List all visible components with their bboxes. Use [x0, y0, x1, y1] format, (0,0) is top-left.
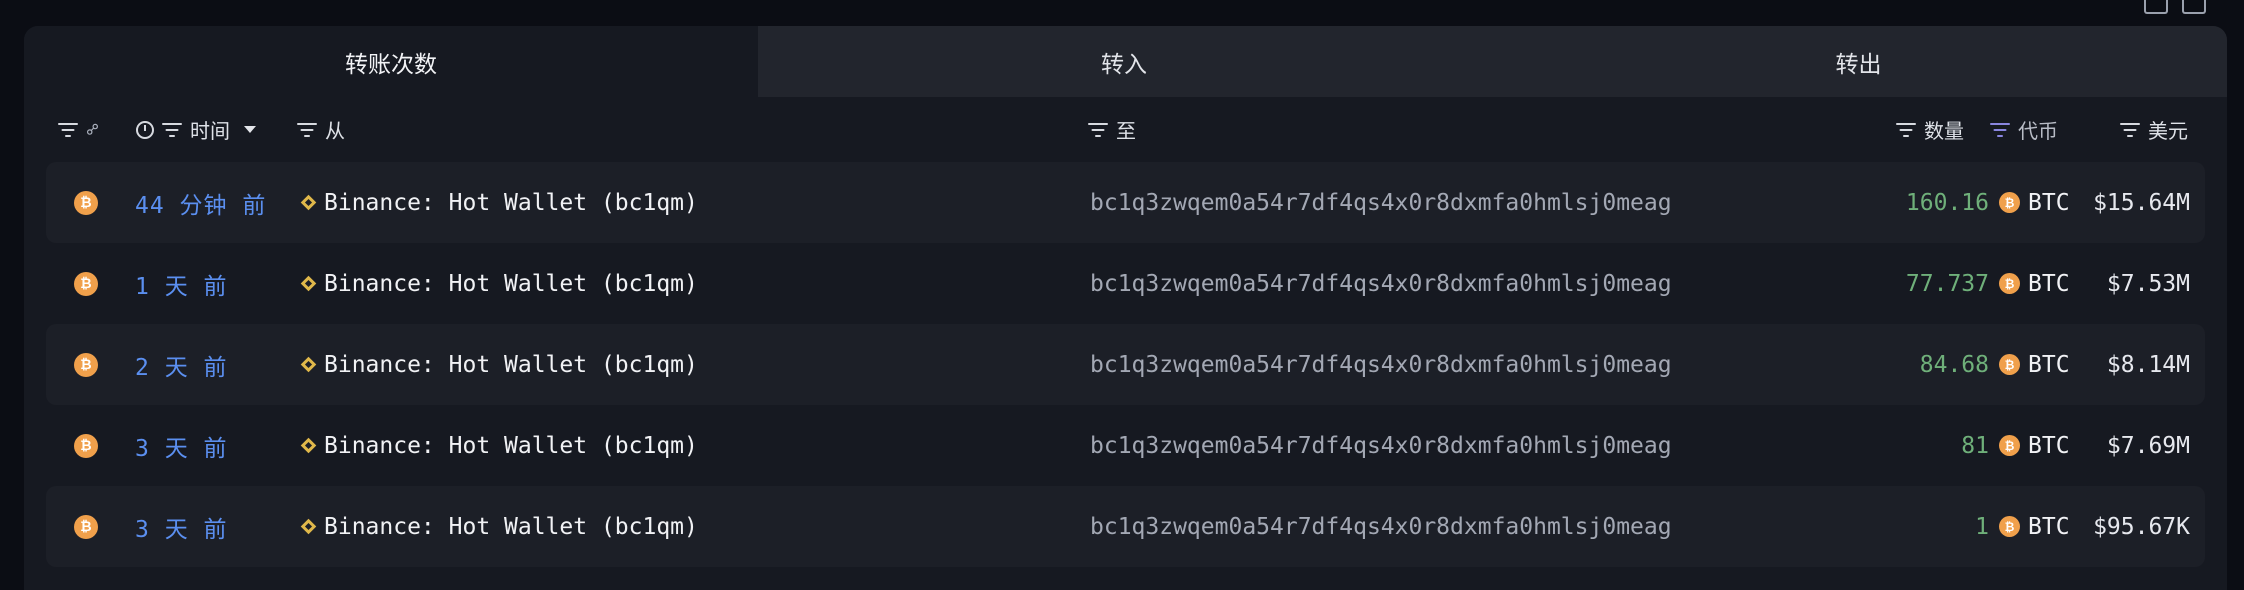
header-usd[interactable]: 美元	[2120, 97, 2188, 162]
table-row[interactable]: ₿ 3 天 前 Binance: Hot Wallet (bc1qm) bc1q…	[46, 486, 2205, 567]
chevron-down-icon[interactable]	[244, 126, 256, 133]
bitcoin-icon: ₿	[1999, 192, 2020, 213]
usd-value: $95.67K	[2093, 513, 2190, 540]
table-header: ⚯ 时间 从 至 数量 代币 美元	[24, 97, 2227, 162]
time-link[interactable]: 2 天 前	[135, 324, 228, 405]
clock-icon[interactable]	[136, 120, 154, 139]
table-row[interactable]: ₿ 3 天 前 Binance: Hot Wallet (bc1qm) bc1q…	[46, 405, 2205, 486]
header-amount[interactable]: 数量	[1896, 97, 1964, 162]
from-address-label: Binance: Hot Wallet (bc1qm)	[324, 189, 698, 216]
bitcoin-icon: ₿	[74, 352, 98, 377]
filter-icon[interactable]	[2120, 122, 2140, 137]
usd-value: $7.53M	[2106, 270, 2190, 297]
binance-icon	[300, 518, 317, 535]
from-entity[interactable]: Binance: Hot Wallet (bc1qm)	[300, 486, 698, 567]
token-symbol: BTC	[2028, 513, 2070, 540]
header-from-label: 从	[325, 119, 345, 143]
binance-icon	[300, 437, 317, 454]
bitcoin-icon: ₿	[1999, 516, 2020, 537]
chain-icon-cell: ₿	[74, 405, 98, 486]
binance-icon	[300, 275, 317, 292]
header-usd-label: 美元	[2148, 119, 2188, 143]
filter-icon[interactable]	[1088, 122, 1108, 137]
token-cell[interactable]: ₿ BTC	[1999, 486, 2070, 567]
filter-icon[interactable]	[1990, 122, 2010, 137]
token-cell[interactable]: ₿ BTC	[1999, 162, 2070, 243]
header-to-label: 至	[1116, 119, 1136, 143]
filter-icon[interactable]	[1896, 122, 1916, 137]
chain-icon-cell: ₿	[74, 486, 98, 567]
bitcoin-icon: ₿	[74, 271, 98, 296]
time-link[interactable]: 1 天 前	[135, 243, 228, 324]
from-address-label: Binance: Hot Wallet (bc1qm)	[324, 351, 698, 378]
token-cell[interactable]: ₿ BTC	[1999, 324, 2070, 405]
token-symbol: BTC	[2028, 270, 2070, 297]
header-amount-label: 数量	[1924, 119, 1964, 143]
transfers-panel: 转账次数 转入 转出 ⚯ 时间 从 至 数量 代币 美元 ₿ 44 分钟 前 B…	[24, 26, 2227, 590]
bitcoin-icon: ₿	[1999, 273, 2020, 294]
time-link[interactable]: 44 分钟 前	[135, 162, 266, 243]
header-link-filter[interactable]: ⚯	[58, 97, 104, 162]
filter-icon[interactable]	[58, 122, 78, 137]
from-entity[interactable]: Binance: Hot Wallet (bc1qm)	[300, 243, 698, 324]
token-symbol: BTC	[2028, 189, 2070, 216]
table-row[interactable]: ₿ 1 天 前 Binance: Hot Wallet (bc1qm) bc1q…	[46, 243, 2205, 324]
to-address[interactable]: bc1q3zwqem0a54r7df4qs4x0r8dxmfa0hmlsj0me…	[1090, 162, 1672, 243]
chain-icon-cell: ₿	[74, 243, 98, 324]
from-address-label: Binance: Hot Wallet (bc1qm)	[324, 513, 698, 540]
amount-value: 84.68	[1919, 351, 1989, 378]
binance-icon	[300, 194, 317, 211]
usd-value: $7.69M	[2106, 432, 2190, 459]
to-address[interactable]: bc1q3zwqem0a54r7df4qs4x0r8dxmfa0hmlsj0me…	[1090, 405, 1672, 486]
usd-value: $8.14M	[2106, 351, 2190, 378]
bitcoin-icon: ₿	[74, 433, 98, 458]
link-icon[interactable]: ⚯	[81, 118, 104, 141]
top-toolbar	[2144, 0, 2206, 14]
token-symbol: BTC	[2028, 351, 2070, 378]
tab-outflow[interactable]: 转出	[1490, 26, 2227, 97]
download-icon[interactable]	[2182, 0, 2206, 14]
amount-value: 160.16	[1905, 189, 1989, 216]
header-from[interactable]: 从	[297, 97, 345, 162]
from-address-label: Binance: Hot Wallet (bc1qm)	[324, 270, 698, 297]
header-token-label: 代币	[2018, 119, 2058, 143]
from-address-label: Binance: Hot Wallet (bc1qm)	[324, 432, 698, 459]
copy-icon[interactable]	[2144, 0, 2168, 14]
tab-inflow[interactable]: 转入	[758, 26, 1490, 97]
header-time-label: 时间	[190, 119, 230, 143]
header-token[interactable]: 代币	[1990, 97, 2058, 162]
table-row[interactable]: ₿ 44 分钟 前 Binance: Hot Wallet (bc1qm) bc…	[46, 162, 2205, 243]
to-address[interactable]: bc1q3zwqem0a54r7df4qs4x0r8dxmfa0hmlsj0me…	[1090, 486, 1672, 567]
header-to[interactable]: 至	[1088, 97, 1136, 162]
time-link[interactable]: 3 天 前	[135, 405, 228, 486]
time-link[interactable]: 3 天 前	[135, 486, 228, 567]
chain-icon-cell: ₿	[74, 324, 98, 405]
table-row[interactable]: ₿ 2 天 前 Binance: Hot Wallet (bc1qm) bc1q…	[46, 324, 2205, 405]
usd-value: $15.64M	[2093, 189, 2190, 216]
from-entity[interactable]: Binance: Hot Wallet (bc1qm)	[300, 405, 698, 486]
filter-icon[interactable]	[162, 122, 182, 137]
token-symbol: BTC	[2028, 432, 2070, 459]
tab-bar: 转账次数 转入 转出	[24, 26, 2227, 97]
from-entity[interactable]: Binance: Hot Wallet (bc1qm)	[300, 324, 698, 405]
amount-value: 77.737	[1905, 270, 1989, 297]
filter-icon[interactable]	[297, 122, 317, 137]
amount-value: 1	[1975, 513, 1989, 540]
transfer-list: ₿ 44 分钟 前 Binance: Hot Wallet (bc1qm) bc…	[46, 162, 2205, 567]
header-time[interactable]: 时间	[136, 97, 256, 162]
tab-transfer-count[interactable]: 转账次数	[24, 26, 758, 97]
bitcoin-icon: ₿	[1999, 435, 2020, 456]
to-address[interactable]: bc1q3zwqem0a54r7df4qs4x0r8dxmfa0hmlsj0me…	[1090, 324, 1672, 405]
to-address[interactable]: bc1q3zwqem0a54r7df4qs4x0r8dxmfa0hmlsj0me…	[1090, 243, 1672, 324]
token-cell[interactable]: ₿ BTC	[1999, 243, 2070, 324]
token-cell[interactable]: ₿ BTC	[1999, 405, 2070, 486]
bitcoin-icon: ₿	[74, 514, 98, 539]
chain-icon-cell: ₿	[74, 162, 98, 243]
binance-icon	[300, 356, 317, 373]
from-entity[interactable]: Binance: Hot Wallet (bc1qm)	[300, 162, 698, 243]
amount-value: 81	[1961, 432, 1989, 459]
bitcoin-icon: ₿	[1999, 354, 2020, 375]
bitcoin-icon: ₿	[74, 190, 98, 215]
